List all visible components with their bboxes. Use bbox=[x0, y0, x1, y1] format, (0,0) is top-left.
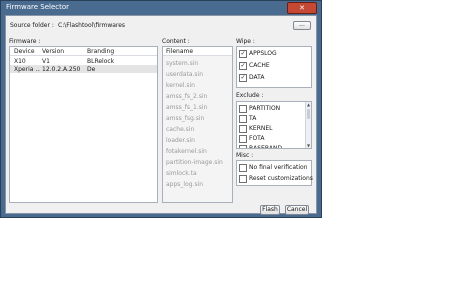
misc-label: Misc : bbox=[236, 152, 254, 159]
exclude-checkbox[interactable] bbox=[239, 125, 247, 133]
checkmark-icon: ✓ bbox=[240, 50, 246, 57]
list-item[interactable]: system.sin bbox=[166, 60, 198, 67]
scroll-thumb[interactable] bbox=[307, 109, 310, 119]
list-item[interactable]: amss_fsg.sin bbox=[166, 115, 204, 122]
exclude-label: Exclude : bbox=[236, 92, 264, 99]
content-label: Content : bbox=[162, 38, 190, 45]
list-item[interactable]: fotakernel.sin bbox=[166, 148, 207, 155]
exclude-checkbox[interactable] bbox=[239, 115, 247, 123]
cell-branding: De bbox=[87, 66, 96, 73]
flash-button[interactable]: Flash bbox=[260, 205, 280, 215]
close-icon: ✕ bbox=[299, 4, 305, 12]
exclude-scrollbar[interactable]: ▲ ▼ bbox=[305, 102, 311, 148]
exclude-checkbox-label: KERNEL bbox=[249, 125, 273, 132]
scroll-up-icon[interactable]: ▲ bbox=[306, 102, 311, 107]
cancel-button-label: Cancel bbox=[286, 206, 308, 213]
browse-button-label: ... bbox=[299, 21, 305, 28]
list-item[interactable]: amss_fs_1.sin bbox=[166, 104, 207, 111]
misc-checkbox-label: No final verification bbox=[249, 164, 308, 171]
cell-branding: BLRelock bbox=[87, 58, 115, 65]
cancel-button[interactable]: Cancel bbox=[285, 205, 309, 215]
checkmark-icon: ✓ bbox=[240, 62, 246, 69]
table-row[interactable]: Xperia ... 12.0.2.A.250 De bbox=[10, 65, 157, 73]
firmware-label: Firmware : bbox=[9, 38, 41, 45]
exclude-checkbox[interactable] bbox=[239, 135, 247, 143]
browse-button[interactable]: ... bbox=[293, 21, 311, 30]
misc-list: No final verification Reset customization… bbox=[236, 160, 313, 186]
checkmark-icon: ✓ bbox=[240, 74, 246, 81]
wipe-checkbox-label: CACHE bbox=[249, 62, 270, 69]
exclude-checkbox-label: TA bbox=[249, 115, 257, 122]
wipe-checkbox[interactable]: ✓ bbox=[239, 50, 247, 58]
list-item[interactable]: apps_log.sin bbox=[166, 181, 203, 188]
list-item[interactable]: amss_fs_2.sin bbox=[166, 93, 207, 100]
exclude-checkbox[interactable] bbox=[239, 105, 247, 113]
misc-checkbox-label: Reset customizations bbox=[249, 175, 313, 182]
firmware-selector-window: Firmware Selector ✕ Source folder : C:\F… bbox=[0, 0, 322, 218]
exclude-checkbox[interactable] bbox=[239, 145, 247, 148]
list-item[interactable]: loader.sin bbox=[166, 137, 195, 144]
firmware-table[interactable]: Device Version Branding X10 V1 BLRelock … bbox=[9, 46, 158, 203]
dialog-body: Source folder : C:\Flashtool\firmwares .… bbox=[5, 15, 317, 215]
title-bar[interactable]: Firmware Selector ✕ bbox=[1, 1, 321, 14]
misc-checkbox[interactable] bbox=[239, 175, 247, 183]
list-item[interactable]: partition-image.sin bbox=[166, 159, 223, 166]
column-filename: Filename bbox=[166, 48, 194, 55]
window-title: Firmware Selector bbox=[6, 3, 70, 11]
source-folder-path: C:\Flashtool\firmwares bbox=[58, 22, 126, 29]
close-button[interactable]: ✕ bbox=[287, 2, 317, 14]
list-item[interactable]: kernel.sin bbox=[166, 82, 195, 89]
wipe-checkbox-label: DATA bbox=[249, 74, 265, 81]
list-item[interactable]: userdata.sin bbox=[166, 71, 203, 78]
exclude-checkbox-label: PARTITION bbox=[249, 105, 281, 112]
cell-device: Xperia ... bbox=[14, 66, 40, 73]
wipe-checkbox-label: APPSLOG bbox=[249, 50, 277, 57]
source-folder-label: Source folder : bbox=[10, 22, 54, 29]
wipe-label: Wipe : bbox=[236, 38, 255, 45]
list-item[interactable]: cache.sin bbox=[166, 126, 194, 133]
wipe-checkbox[interactable]: ✓ bbox=[239, 74, 247, 82]
misc-checkbox[interactable] bbox=[239, 164, 247, 172]
wipe-checkbox[interactable]: ✓ bbox=[239, 62, 247, 70]
column-version[interactable]: Version bbox=[42, 48, 64, 55]
cell-version: V1 bbox=[42, 58, 50, 65]
exclude-list: PARTITION TA KERNEL FOTA BASEBAND ▲ ▼ bbox=[236, 101, 312, 149]
flash-button-label: Flash bbox=[262, 206, 278, 213]
firmware-table-header: Device Version Branding bbox=[10, 47, 157, 56]
exclude-checkbox-label: BASEBAND bbox=[249, 145, 283, 149]
table-row[interactable]: X10 V1 BLRelock bbox=[10, 57, 157, 65]
column-branding[interactable]: Branding bbox=[87, 48, 114, 55]
exclude-checkbox-label: FOTA bbox=[249, 135, 265, 142]
content-list[interactable]: Filename system.sin userdata.sin kernel.si… bbox=[162, 46, 233, 203]
cell-version: 12.0.2.A.250 bbox=[42, 66, 81, 73]
list-item[interactable]: simlock.ta bbox=[166, 170, 197, 177]
cell-device: X10 bbox=[14, 58, 26, 65]
scroll-down-icon[interactable]: ▼ bbox=[306, 143, 311, 148]
column-device[interactable]: Device bbox=[14, 48, 35, 55]
wipe-list: ✓ APPSLOG ✓ CACHE ✓ DATA bbox=[236, 46, 312, 88]
content-list-header: Filename bbox=[163, 47, 232, 56]
